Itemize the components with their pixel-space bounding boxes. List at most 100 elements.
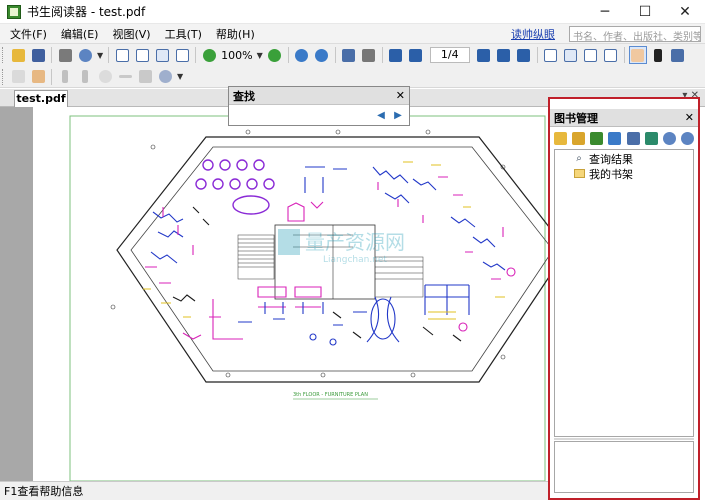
tree-item-search-results[interactable]: ⌕ 查询结果 [573,152,693,166]
first-page-icon[interactable] [387,46,405,64]
chevron-down-icon[interactable]: ▼ [97,51,103,60]
menu-edit[interactable]: 编辑(E) [54,26,106,42]
zoom-level[interactable]: 100% [221,49,252,62]
annotation-dropdown-icon[interactable]: ▼ [177,72,183,81]
app-logo-icon [7,4,21,19]
next-page-icon[interactable] [495,46,513,64]
library-panel: 图书管理 ✕ ⌕ 查询结果 我的书架 [548,97,700,500]
menu-bar: 文件(F) 编辑(E) 视图(V) 工具(T) 帮助(H) 读帅纵眼 书名、作者… [0,24,705,44]
refresh-search-icon[interactable] [681,129,695,147]
find-panel-title: 查找 [233,89,255,103]
library-detail-pane [554,441,694,493]
zoom-dropdown-icon[interactable]: ▼ [257,51,263,60]
library-close-icon[interactable]: ✕ [685,111,694,124]
pen-icon[interactable] [56,68,74,86]
pencil-icon[interactable] [76,68,94,86]
panel-divider[interactable] [554,438,694,440]
search-icon[interactable] [76,46,94,64]
toolbar-separator [108,47,110,63]
page-view-icon[interactable] [113,46,131,64]
zoom-plus-icon[interactable] [266,46,284,64]
account-link[interactable]: 读帅纵眼 [511,26,555,42]
line-icon[interactable] [116,68,134,86]
plan-caption: 3th FLOOR - FURNITURE PLAN [293,392,368,398]
maximize-button[interactable]: ☐ [625,0,665,24]
prev-page-icon[interactable] [475,46,493,64]
add-book-icon[interactable] [590,129,604,147]
status-text: F1查看帮助信息 [4,485,84,498]
status-bar: F1查看帮助信息 [0,481,548,500]
toolbar-separator [195,47,197,63]
page-fit-icon[interactable] [153,46,171,64]
two-continuous-icon[interactable] [602,46,620,64]
stamp-icon[interactable] [29,68,47,86]
menu-help[interactable]: 帮助(H) [209,26,262,42]
toolbar-grip[interactable] [2,68,5,85]
library-panel-header: 图书管理 ✕ [550,109,698,127]
svg-text:量产资源网: 量产资源网 [305,230,405,254]
fit-window-icon[interactable] [340,46,358,64]
page-indicator[interactable]: 1/4 [429,47,470,63]
window-title: 书生阅读器 - test.pdf [27,5,146,19]
minimize-button[interactable]: ─ [585,0,625,24]
select-arrow-icon[interactable] [649,46,667,64]
tree-item-label: 我的书架 [589,167,633,181]
search-results-icon: ⌕ [576,153,582,164]
library-panel-title: 图书管理 [554,111,598,125]
library-toolbar [552,129,696,147]
library-tree: ⌕ 查询结果 我的书架 [554,149,694,437]
download-icon[interactable] [626,129,640,147]
new-folder-icon[interactable] [553,129,567,147]
find-close-icon[interactable]: ✕ [396,89,405,102]
menu-tools[interactable]: 工具(T) [158,26,209,42]
save-icon[interactable] [29,46,47,64]
search-icon[interactable] [663,129,677,147]
floor-plan-drawing: 量产资源网 Liangchan.net 3th FLOOR - FURNITUR… [69,115,548,481]
page-actual-icon[interactable] [173,46,191,64]
find-panel: 查找 ✕ ◀ ▶ [228,86,410,126]
menu-view[interactable]: 视图(V) [105,26,157,42]
page-width-icon[interactable] [133,46,151,64]
find-panel-header: 查找 ✕ [229,87,409,105]
open-folder-icon[interactable] [9,46,27,64]
prev-section-icon[interactable] [407,46,425,64]
tag-icon[interactable] [644,129,658,147]
single-page-icon[interactable] [542,46,560,64]
rotate-icon[interactable] [360,46,378,64]
import-icon[interactable] [608,129,622,147]
two-page-icon[interactable] [582,46,600,64]
zoom-out-icon[interactable] [313,46,331,64]
zoom-minus-icon[interactable] [200,46,218,64]
toolbar-separator [51,68,52,85]
continuous-page-icon[interactable] [562,46,580,64]
eraser-icon[interactable] [136,68,154,86]
title-bar: 书生阅读器 - test.pdf ─ ☐ ✕ [0,0,705,24]
menu-file[interactable]: 文件(F) [0,26,54,42]
toolbar-separator [334,47,336,63]
open-folder-icon[interactable] [571,129,585,147]
tree-item-label: 查询结果 [589,152,633,166]
settings-gear-icon[interactable] [156,68,174,86]
book-search-input[interactable]: 书名、作者、出版社、类别等 [569,26,701,42]
find-next-icon[interactable]: ▶ [391,109,405,121]
tree-item-bookshelf[interactable]: 我的书架 [573,167,693,181]
main-toolbar: ▼ 100% ▼ 1/4 [0,44,705,66]
hand-tool-icon[interactable] [628,46,647,64]
pdf-page: 量产资源网 Liangchan.net 3th FLOOR - FURNITUR… [33,107,548,481]
snapshot-icon[interactable] [669,46,687,64]
toolbar-separator [381,47,383,63]
toolbar-grip[interactable] [2,47,5,63]
zoom-in-icon[interactable] [293,46,311,64]
bookshelf-folder-icon [573,169,585,179]
note-icon[interactable] [9,68,27,86]
last-page-icon[interactable] [515,46,533,64]
close-button[interactable]: ✕ [665,0,705,24]
ellipse-icon[interactable] [96,68,114,86]
toolbar-separator [623,47,625,63]
document-viewport[interactable]: 量产资源网 Liangchan.net 3th FLOOR - FURNITUR… [0,107,548,481]
toolbar-separator [51,47,52,63]
print-icon[interactable] [56,46,74,64]
find-prev-icon[interactable]: ◀ [374,109,388,121]
toolbar-separator [536,47,538,63]
tab-test-pdf[interactable]: test.pdf [14,90,68,107]
